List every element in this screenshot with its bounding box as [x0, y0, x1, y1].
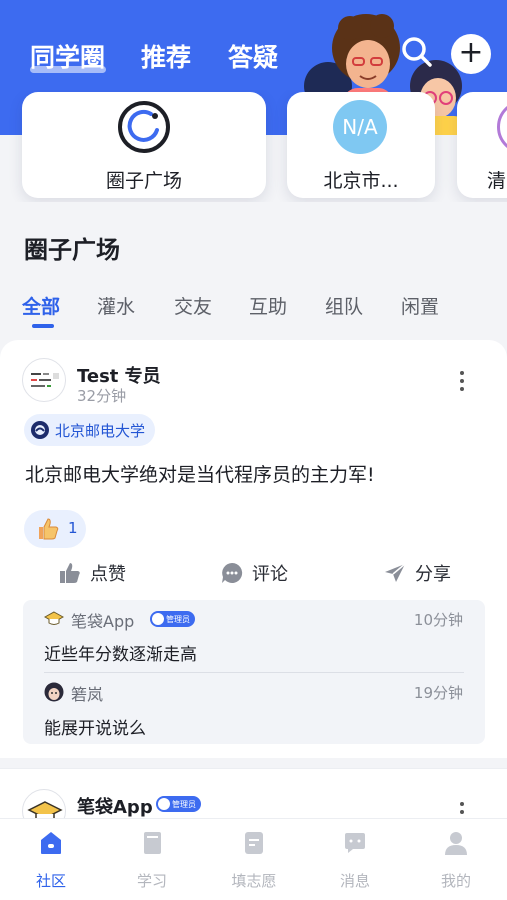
circle-card-label: 北京市...	[323, 170, 399, 192]
circle-square-icon	[118, 101, 170, 153]
thumbs-up-icon	[60, 563, 80, 583]
filter-friends[interactable]: 交友	[174, 292, 212, 319]
comment-author[interactable]: 笔袋App	[71, 608, 134, 632]
user-icon	[445, 832, 467, 855]
comment-icon	[222, 562, 243, 583]
tab-active-underline	[30, 66, 106, 73]
send-arrow-icon	[385, 563, 406, 582]
circle-cards-row: 圈子广场 N/A 北京市... 清	[0, 90, 507, 202]
bottom-tab-bar: 社区 学习 填志愿 消息 我的	[0, 818, 507, 900]
more-options-button[interactable]	[452, 368, 472, 394]
section-title: 圈子广场	[24, 236, 120, 264]
search-icon	[402, 37, 432, 67]
filter-team[interactable]: 组队	[325, 292, 363, 319]
like-label: 点赞	[90, 564, 126, 585]
school-tag[interactable]: 北京邮电大学	[24, 414, 156, 446]
circle-card-partial[interactable]: 清	[457, 92, 507, 198]
school-logo-icon	[31, 421, 49, 439]
school-tag-label: 北京邮电大学	[55, 421, 146, 440]
comment-label: 评论	[252, 564, 288, 585]
share-button[interactable]: 分享	[383, 558, 451, 588]
comment-time: 19分钟	[413, 684, 463, 702]
plus-icon: +	[458, 35, 484, 70]
partial-avatar	[497, 100, 507, 154]
post-author[interactable]: 笔袋App	[77, 793, 153, 819]
avatar-image	[31, 373, 59, 387]
tab-label: 填志愿	[231, 872, 277, 890]
avatar[interactable]	[22, 358, 66, 402]
tab-community[interactable]: 社区	[6, 819, 96, 900]
book-icon	[144, 832, 161, 854]
tab-profile[interactable]: 我的	[411, 819, 501, 900]
tab-label: 消息	[339, 872, 370, 890]
admin-badge: 管理员	[156, 796, 201, 812]
tab-application[interactable]: 填志愿	[209, 819, 299, 900]
post-content: 北京邮电大学绝对是当代程序员的主力军!	[25, 464, 375, 486]
filter-all[interactable]: 全部	[22, 292, 60, 319]
comment-time: 10分钟	[413, 611, 463, 629]
graduation-cap-icon	[44, 611, 64, 625]
tab-label: 社区	[35, 872, 66, 890]
filter-chat[interactable]: 灌水	[97, 292, 135, 319]
tab-label: 我的	[440, 872, 471, 890]
divider	[44, 672, 464, 673]
na-avatar: N/A	[333, 100, 387, 154]
comment-button[interactable]: 评论	[220, 558, 288, 588]
tab-label: 学习	[136, 872, 167, 890]
filter-active-indicator	[32, 324, 54, 328]
filter-tabs: 全部 灌水 交友 互助 组队 闲置	[0, 292, 507, 322]
tab-qa[interactable]: 答疑	[228, 38, 278, 74]
admin-face-icon	[158, 798, 170, 810]
filter-help[interactable]: 互助	[249, 292, 287, 319]
more-vertical-icon	[460, 371, 464, 391]
comment-text: 近些年分数逐渐走高	[44, 645, 197, 665]
user-avatar-icon	[44, 682, 64, 702]
comment-text: 能展开说说么	[44, 719, 146, 739]
comment-list: 笔袋App 管理员 10分钟 近些年分数逐渐走高 箬岚 19分钟 能展开说说么	[23, 600, 485, 744]
like-summary[interactable]: 1	[24, 510, 86, 548]
admin-face-icon	[152, 613, 164, 625]
admin-badge-label: 管理员	[172, 799, 196, 809]
search-button[interactable]	[398, 34, 436, 72]
tab-messages[interactable]: 消息	[310, 819, 400, 900]
form-icon	[245, 832, 263, 854]
post-card[interactable]: Test 专员 32分钟 北京邮电大学 北京邮电大学绝对是当代程序员的主力军! …	[0, 340, 507, 758]
circle-card-label: 清	[487, 170, 507, 192]
like-count: 1	[68, 519, 78, 537]
thumbs-up-emoji-icon	[39, 518, 59, 540]
chat-bubble-icon	[345, 833, 365, 853]
add-button[interactable]: +	[451, 34, 491, 74]
tab-study[interactable]: 学习	[107, 819, 197, 900]
post-time: 32分钟	[77, 387, 127, 405]
like-button[interactable]: 点赞	[58, 558, 126, 588]
filter-idle[interactable]: 闲置	[401, 292, 439, 319]
circle-card-label: 圈子广场	[105, 170, 182, 192]
comment-author[interactable]: 箬岚	[71, 681, 103, 705]
share-label: 分享	[415, 564, 451, 585]
admin-badge: 管理员	[150, 611, 195, 627]
tab-recommend[interactable]: 推荐	[141, 38, 191, 74]
circle-card-beijing[interactable]: N/A 北京市...	[287, 92, 435, 198]
circle-card-square[interactable]: 圈子广场	[22, 92, 266, 198]
admin-badge-label: 管理员	[166, 614, 190, 624]
home-icon	[41, 832, 61, 854]
